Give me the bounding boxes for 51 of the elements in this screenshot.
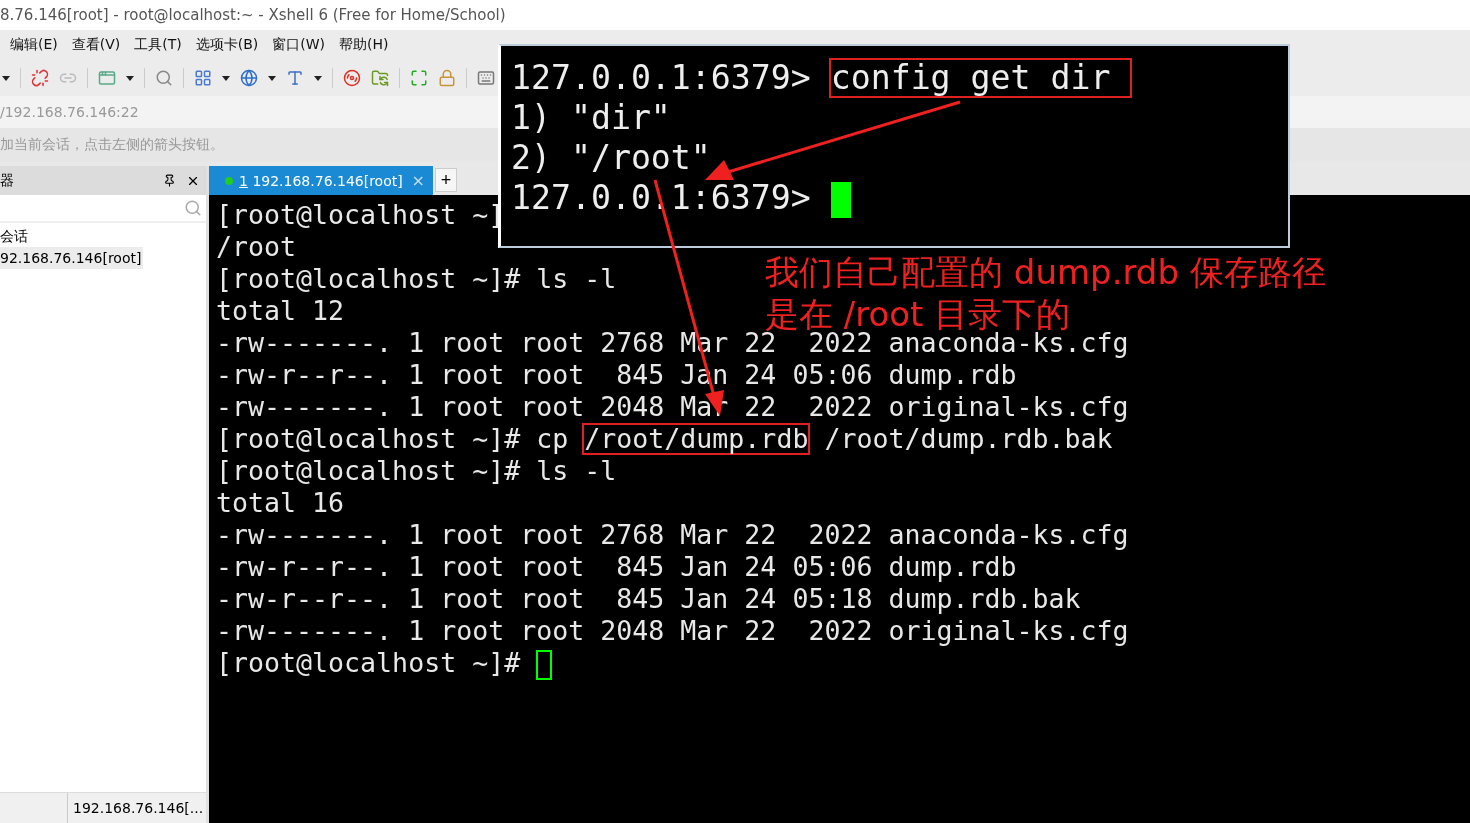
terminal-text: /root/dump.rdb.bak	[823, 423, 1113, 454]
terminal-text: [root@localhost ~]# cp	[216, 423, 570, 454]
menu-item[interactable]: 编辑(E)	[10, 36, 58, 54]
menu-item[interactable]: 窗口(W)	[272, 36, 326, 54]
caret-icon	[314, 75, 322, 81]
folder-icon[interactable]	[371, 69, 389, 87]
caret-icon	[222, 75, 230, 81]
unlink-icon[interactable]	[31, 69, 49, 87]
globe-icon[interactable]	[240, 69, 258, 87]
new-tab-button[interactable]: +	[435, 168, 457, 192]
menu-item[interactable]: 帮助(H)	[339, 36, 389, 54]
lock-icon[interactable]	[438, 69, 456, 87]
tree-item[interactable]: 92.168.76.146[root]	[0, 247, 144, 269]
terminal-text: [root@localhost ~]# ls -l	[216, 263, 617, 294]
terminal-text: /root	[216, 231, 297, 262]
terminal-text: 127.0.0.1:6379>	[511, 58, 812, 97]
terminal-text: -rw-------. 1 root root 2768 Mar 22 2022 anaconda-ks.cfg	[216, 519, 1129, 550]
pin-icon[interactable]	[163, 174, 176, 187]
window-settings-icon[interactable]	[98, 69, 116, 87]
window-title: 8.76.146[root] - root@localhost:~ - Xshell 6 (Free for Home/School)	[0, 6, 506, 24]
keyboard-icon[interactable]	[477, 69, 495, 87]
caret-icon	[268, 75, 276, 81]
terminal-text: [root@localhost ~]#	[216, 647, 522, 678]
terminal-text: -rw-r--r--. 1 root root 845 Jan 24 05:18 dump.rdb.bak	[216, 583, 1081, 614]
tree-item[interactable]: 会话	[0, 225, 30, 247]
highlight-box: config get dir	[828, 58, 1133, 98]
terminal-text: [root@localhost ~]# ls -l	[216, 455, 617, 486]
terminal-text: total 16	[216, 487, 345, 518]
terminal-text: 2) "/root"	[511, 138, 711, 177]
font-icon[interactable]	[286, 69, 304, 87]
layout-icon[interactable]	[194, 69, 212, 87]
terminal-text: 1) "dir"	[511, 98, 671, 137]
search-icon[interactable]	[155, 69, 173, 87]
terminal-text: [root@localhost ~]	[216, 199, 505, 230]
terminal-text: total 12	[216, 295, 345, 326]
table-cell: 192.168.76.146[...	[67, 793, 204, 823]
menu-item[interactable]: 选项卡(B)	[195, 36, 259, 54]
menu-item[interactable]: 工具(T)	[134, 36, 182, 54]
search-icon[interactable]	[184, 199, 202, 217]
terminal-text: -rw-r--r--. 1 root root 845 Jan 24 05:06 dump.rdb	[216, 551, 1017, 582]
hint-text: 加当前会话，点击左侧的箭头按钮。	[0, 136, 224, 154]
panel-title: 器	[0, 171, 15, 190]
session-tab[interactable]: 1 192.168.76.146[root] ×	[209, 166, 433, 195]
caret-icon	[2, 75, 10, 81]
highlight-box: /root/dump.rdb	[582, 423, 811, 455]
terminal-text: -rw-------. 1 root root 2048 Mar 22 2022 original-ks.cfg	[216, 615, 1129, 646]
menu-item[interactable]: 查看(V)	[71, 36, 121, 54]
fullscreen-icon[interactable]	[410, 69, 428, 87]
caret-icon	[126, 75, 134, 81]
annotation-text: 我们自己配置的 dump.rdb 保存路径	[765, 255, 1326, 289]
address-text: /192.168.76.146:22	[0, 104, 139, 120]
